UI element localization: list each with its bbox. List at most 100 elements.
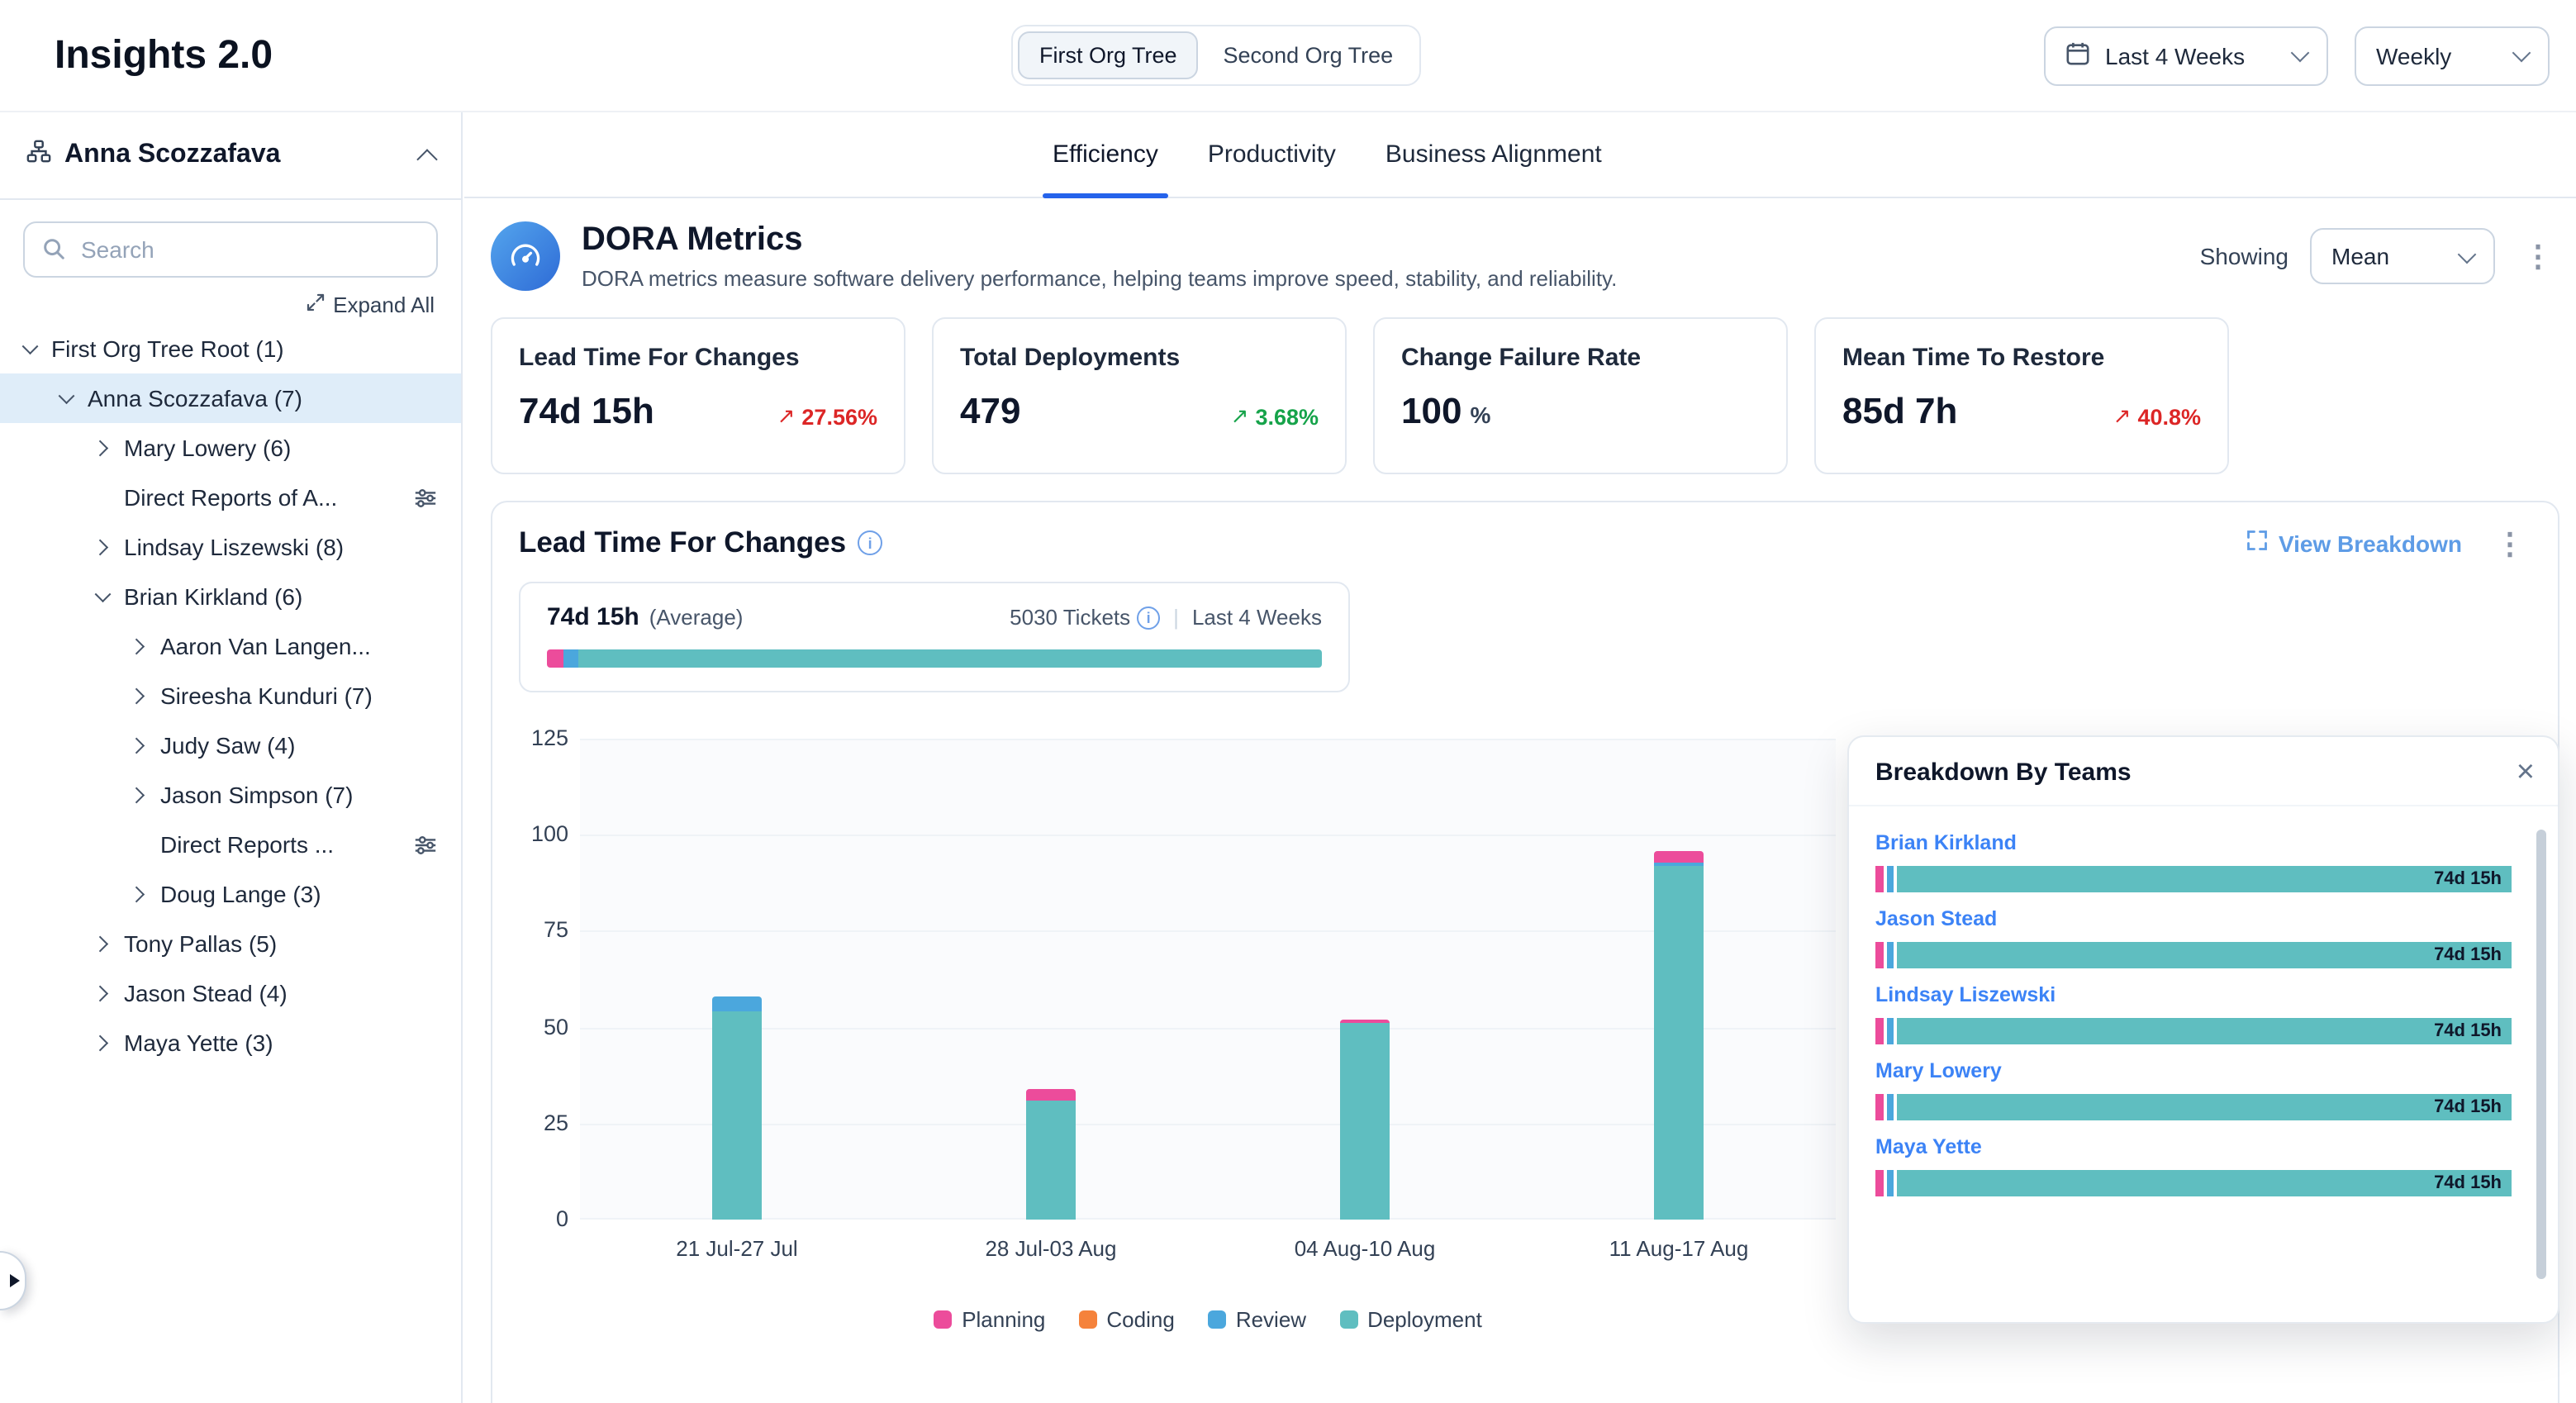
tree-caret-icon[interactable] [53,385,79,411]
filter-sliders-icon[interactable] [413,832,438,857]
tree-item-label: Tony Pallas (5) [124,930,277,957]
app-title: Insights 2.0 [55,32,273,78]
team-link[interactable]: Maya Yette [1875,1135,1982,1158]
tree-caret-icon[interactable] [126,732,152,759]
tree-caret-icon[interactable] [89,930,116,957]
breakdown-bar: 74d 15h [1875,866,2512,892]
expand-all-row: Expand All [26,292,435,317]
expand-all-button[interactable]: Expand All [305,292,435,317]
tree-item[interactable]: Mary Lowery (6) [0,423,461,473]
metric-card: Change Failure Rate100% [1373,317,1788,474]
breakdown-value: 74d 15h [2434,1094,2512,1120]
average-label: (Average) [649,605,744,630]
info-icon[interactable] [858,530,882,555]
tree-item[interactable]: Brian Kirkland (6) [0,572,461,621]
topbar: Insights 2.0 First Org TreeSecond Org Tr… [0,0,2576,112]
bar-segment-deployment: 74d 15h [1897,866,2512,892]
tree-caret-icon[interactable] [17,335,43,362]
dora-header: DORA Metrics DORA metrics measure softwa… [491,221,2559,291]
team-link[interactable]: Mary Lowery [1875,1059,2002,1082]
legend-item-coding[interactable]: Coding [1078,1307,1174,1332]
breakdown-row: Maya Yette 74d 15h [1875,1132,2512,1196]
tree-item[interactable]: Direct Reports ... [0,820,461,869]
team-link[interactable]: Brian Kirkland [1875,831,2017,854]
breakdown-bar: 74d 15h [1875,1094,2512,1120]
gridline [580,739,1836,740]
dora-gauge-icon [491,221,560,291]
sidebar-header[interactable]: Anna Scozzafava [0,112,461,200]
breakdown-title: Breakdown By Teams [1875,759,2132,787]
tree-item-label: Doug Lange (3) [160,881,321,907]
legend-label: Deployment [1367,1307,1482,1332]
scrollbar-thumb[interactable] [2536,830,2546,1279]
distribution-segment-planning [547,649,564,668]
org-tree-option[interactable]: Second Org Tree [1202,31,1415,79]
tree-caret-icon[interactable] [89,1030,116,1056]
dora-controls: Showing Mean ⋮ [2200,228,2559,284]
tree-caret-icon[interactable] [89,980,116,1006]
tree-item[interactable]: Aaron Van Langen... [0,621,461,671]
tree-item[interactable]: Direct Reports of A... [0,473,461,522]
tree-item[interactable]: Jason Simpson (7) [0,770,461,820]
search-input[interactable] [23,221,438,278]
tree-item[interactable]: Judy Saw (4) [0,721,461,770]
bar-segment-planning [1875,1170,1883,1196]
tab-efficiency[interactable]: Efficiency [1049,112,1162,197]
tree-caret-icon[interactable] [126,682,152,709]
chevron-up-icon[interactable] [416,148,437,169]
bar-segment-deployment [1654,866,1704,1220]
bar-segment-deployment: 74d 15h [1897,1170,2512,1196]
tree-item[interactable]: Doug Lange (3) [0,869,461,919]
tree-item[interactable]: Lindsay Liszewski (8) [0,522,461,572]
calendar-icon [2065,40,2090,70]
granularity-select[interactable]: Weekly [2355,26,2550,85]
tree-item-label: Lindsay Liszewski (8) [124,534,344,560]
chevron-down-icon [2512,44,2531,63]
tab-business-alignment[interactable]: Business Alignment [1382,112,1605,197]
aggregation-value: Mean [2331,243,2445,269]
tree-caret-icon[interactable] [126,633,152,659]
gridline [580,1124,1836,1125]
caret-spacer [126,831,152,858]
tree-item[interactable]: First Org Tree Root (1) [0,324,461,373]
tree-item[interactable]: Anna Scozzafava (7) [0,373,461,423]
tree-caret-icon[interactable] [126,881,152,907]
team-link[interactable]: Jason Stead [1875,907,1997,930]
filter-sliders-icon[interactable] [413,485,438,510]
date-range-select[interactable]: Last 4 Weeks [2044,26,2328,85]
aggregation-select[interactable]: Mean [2310,228,2495,284]
close-icon[interactable]: × [2517,757,2535,788]
legend-swatch-icon [1339,1310,1357,1329]
tickets-count: 5030 Tickets [1010,605,1130,630]
legend-item-deployment[interactable]: Deployment [1339,1307,1482,1332]
tree-caret-icon[interactable] [89,534,116,560]
bar-segment-deployment [1026,1101,1076,1220]
kebab-menu-icon[interactable]: ⋮ [2488,528,2531,558]
y-axis-tick: 0 [519,1206,568,1231]
tree-caret-icon[interactable] [89,435,116,461]
granularity-value: Weekly [2376,42,2500,69]
tree-item[interactable]: Tony Pallas (5) [0,919,461,968]
kebab-menu-icon[interactable]: ⋮ [2517,241,2559,271]
tab-productivity[interactable]: Productivity [1205,112,1339,197]
chevron-right-icon [9,1274,19,1287]
x-axis-tick: 28 Jul-03 Aug [894,1236,1208,1261]
tree-item[interactable]: Sireesha Kunduri (7) [0,671,461,721]
tree-item[interactable]: Maya Yette (3) [0,1018,461,1068]
tree-caret-icon[interactable] [126,782,152,808]
view-breakdown-button[interactable]: View Breakdown [2246,529,2462,557]
org-tree-option[interactable]: First Org Tree [1018,31,1199,79]
bar-segment-planning [1654,850,1704,862]
legend-item-review[interactable]: Review [1208,1307,1306,1332]
legend-item-planning[interactable]: Planning [934,1307,1045,1332]
tree-caret-icon[interactable] [89,583,116,610]
legend-swatch-icon [1078,1310,1096,1329]
tree-item[interactable]: Jason Stead (4) [0,968,461,1018]
legend-swatch-icon [1208,1310,1226,1329]
metric-card-value: 74d 15h [519,390,654,431]
gridline [580,835,1836,836]
scrollbar [2536,823,2546,1306]
team-link[interactable]: Lindsay Liszewski [1875,983,2056,1006]
bar-segment-deployment: 74d 15h [1897,942,2512,968]
info-icon[interactable] [1137,606,1160,629]
